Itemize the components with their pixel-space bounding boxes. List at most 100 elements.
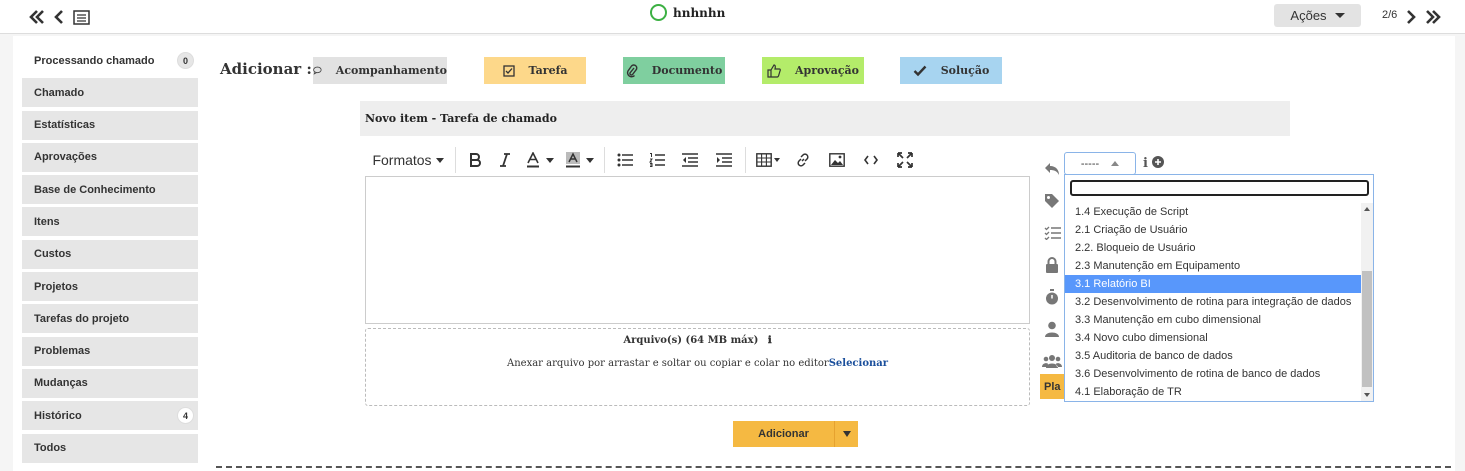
dropdown-search-input[interactable] bbox=[1070, 180, 1369, 196]
thumbs-up-icon bbox=[767, 63, 781, 78]
dropdown-option[interactable]: 3.3 Manutenção em cubo dimensional bbox=[1065, 311, 1361, 329]
dropdown-option[interactable]: 4.1 Elaboração de TR bbox=[1065, 383, 1361, 401]
background-color-button[interactable] bbox=[560, 146, 600, 174]
caret-down-icon bbox=[435, 157, 444, 163]
add-button-label: Documento bbox=[651, 64, 723, 77]
outdent-button[interactable] bbox=[673, 146, 707, 174]
italic-icon bbox=[500, 153, 510, 167]
editor-toolbar: Formatos bbox=[365, 144, 1029, 176]
dropdown-option[interactable]: 2.3 Manutenção em Equipamento bbox=[1065, 257, 1361, 275]
sidebar-item-label: Problemas bbox=[34, 345, 91, 358]
list-view-button[interactable] bbox=[71, 7, 91, 27]
sidebar-item-base-de-conhecimento[interactable]: Base de Conhecimento bbox=[22, 175, 198, 205]
actions-label: Ações bbox=[1290, 8, 1327, 23]
sidebar-item-chamado[interactable]: Chamado bbox=[22, 78, 198, 108]
image-button[interactable] bbox=[820, 146, 854, 174]
sidebar-item-processando-chamado[interactable]: Processando chamado 0 bbox=[22, 46, 198, 75]
stopwatch-icon bbox=[1041, 281, 1063, 313]
add-document-button[interactable]: Documento bbox=[623, 57, 725, 84]
dropdown-option[interactable]: 3.2 Desenvolvimento de rotina para integ… bbox=[1065, 293, 1361, 311]
dropdown-option-selected[interactable]: 3.1 Relatório BI bbox=[1065, 275, 1361, 293]
table-button[interactable] bbox=[750, 146, 786, 174]
file-dropzone[interactable]: Arquivo(s) (64 MB máx) ℹ Anexar arquivo … bbox=[365, 328, 1030, 406]
submit-add-button[interactable]: Adicionar bbox=[733, 421, 858, 447]
add-solution-button[interactable]: Solução bbox=[900, 57, 1002, 84]
sidebar-item-label: Projetos bbox=[34, 280, 79, 293]
next-item-button[interactable] bbox=[1401, 7, 1421, 27]
link-button[interactable] bbox=[786, 146, 820, 174]
rich-text-editor[interactable] bbox=[365, 176, 1030, 324]
actions-dropdown-button[interactable]: Ações bbox=[1274, 4, 1361, 27]
text-color-icon bbox=[527, 152, 539, 168]
add-button-label: Acompanhamento bbox=[335, 64, 447, 77]
formats-dropdown[interactable]: Formatos bbox=[365, 146, 451, 174]
checkbox-icon bbox=[502, 64, 515, 77]
text-color-button[interactable] bbox=[520, 146, 560, 174]
dropdown-scrollbar[interactable] bbox=[1361, 203, 1373, 401]
bullet-list-button[interactable] bbox=[609, 146, 641, 174]
sidebar-item-label: Estatísticas bbox=[34, 119, 96, 132]
sidebar-item-problemas[interactable]: Problemas bbox=[22, 336, 198, 366]
scroll-up-arrow-icon[interactable] bbox=[1364, 207, 1370, 211]
sidebar-item-label: Processando chamado bbox=[34, 54, 155, 67]
sidebar-item-itens[interactable]: Itens bbox=[22, 207, 198, 237]
dropdown-option[interactable]: 1.4 Execução de Script bbox=[1065, 203, 1361, 221]
dropdown-option[interactable]: 2.1 Criação de Usuário bbox=[1065, 221, 1361, 239]
sidebar-item-aprovacoes[interactable]: Aprovações bbox=[22, 142, 198, 172]
italic-button[interactable] bbox=[490, 146, 520, 174]
dropzone-text: Anexar arquivo por arrastar e soltar ou … bbox=[366, 358, 1029, 369]
sidebar-item-label: Chamado bbox=[34, 86, 85, 99]
sidebar-item-mudancas[interactable]: Mudanças bbox=[22, 368, 198, 398]
indent-button[interactable] bbox=[707, 146, 741, 174]
sidebar-item-todos[interactable]: Todos bbox=[22, 433, 198, 463]
submit-options-toggle[interactable] bbox=[834, 421, 858, 447]
list-icon bbox=[72, 9, 90, 25]
source-code-button[interactable] bbox=[854, 146, 888, 174]
dropdown-option[interactable]: 3.6 Desenvolvimento de rotina de banco d… bbox=[1065, 365, 1361, 383]
sidebar-item-custos[interactable]: Custos bbox=[22, 239, 198, 269]
previous-item-button[interactable] bbox=[49, 7, 69, 27]
template-select[interactable]: ----- bbox=[1064, 152, 1136, 175]
first-item-button[interactable] bbox=[27, 7, 47, 27]
dropdown-option[interactable]: 2.2. Bloqueio de Usuário bbox=[1065, 239, 1361, 257]
count-badge: 0 bbox=[177, 52, 194, 69]
sidebar-item-projetos[interactable]: Projetos bbox=[22, 272, 198, 302]
sidebar-item-estatisticas[interactable]: Estatísticas bbox=[22, 110, 198, 140]
numbered-list-button[interactable] bbox=[641, 146, 673, 174]
sidebar-item-label: Base de Conhecimento bbox=[34, 183, 156, 196]
add-approval-button[interactable]: Aprovação bbox=[762, 57, 864, 84]
select-value: ----- bbox=[1080, 157, 1100, 170]
main-panel: Processando chamado 0 Chamado Estatístic… bbox=[13, 36, 1455, 471]
sidebar-item-historico[interactable]: Histórico 4 bbox=[22, 401, 198, 431]
status-circle-icon bbox=[650, 4, 667, 21]
add-task-button[interactable]: Tarefa bbox=[484, 57, 586, 84]
dropzone-hint: Anexar arquivo por arrastar e soltar ou … bbox=[506, 358, 829, 369]
sidebar-item-tarefas-do-projeto[interactable]: Tarefas do projeto bbox=[22, 304, 198, 334]
indent-icon bbox=[716, 153, 732, 167]
dropdown-option[interactable]: 3.4 Novo cubo dimensional bbox=[1065, 329, 1361, 347]
add-button-label: Aprovação bbox=[794, 64, 860, 77]
numbered-list-icon bbox=[649, 153, 665, 167]
last-item-button[interactable] bbox=[1423, 7, 1443, 27]
field-icons-column bbox=[1041, 153, 1063, 377]
bold-icon bbox=[470, 153, 481, 167]
scroll-down-arrow-icon[interactable] bbox=[1364, 393, 1370, 397]
add-followup-button[interactable]: Acompanhamento bbox=[313, 57, 447, 84]
double-chevron-left-icon bbox=[29, 10, 44, 24]
add-circle-icon[interactable] bbox=[1151, 156, 1164, 168]
sidebar-item-label: Aprovações bbox=[34, 151, 97, 164]
bold-button[interactable] bbox=[460, 146, 490, 174]
fullscreen-button[interactable] bbox=[888, 146, 922, 174]
paperclip-icon bbox=[626, 63, 638, 77]
select-file-link[interactable]: Selecionar bbox=[829, 358, 888, 369]
background-color-icon bbox=[566, 152, 580, 168]
code-icon bbox=[864, 155, 878, 165]
scrollbar-thumb[interactable] bbox=[1362, 271, 1372, 387]
fullscreen-icon bbox=[897, 152, 913, 168]
info-icon[interactable]: i bbox=[1143, 156, 1148, 171]
check-icon bbox=[913, 65, 927, 76]
template-info-buttons: i bbox=[1143, 155, 1164, 171]
add-button-label: Solução bbox=[940, 64, 990, 77]
dropdown-option[interactable]: 3.5 Auditoria de banco de dados bbox=[1065, 347, 1361, 365]
form-header: Novo item - Tarefa de chamado bbox=[360, 101, 1290, 136]
